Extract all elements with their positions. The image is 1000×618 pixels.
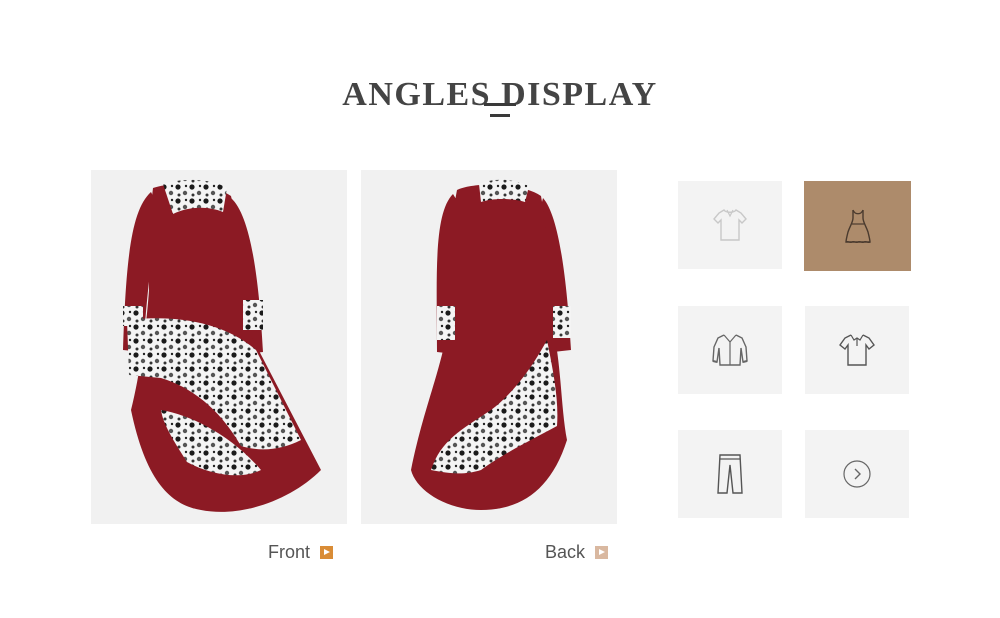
play-icon[interactable] [320,545,334,559]
dress-front-illustration [123,179,321,512]
title-divider [484,103,516,119]
next-arrow-icon [843,460,871,488]
play-icon[interactable] [595,545,609,559]
shirt-icon [712,334,748,366]
back-label: Back [545,541,586,562]
tshirt-icon [713,209,747,241]
front-view-caption[interactable]: Front [268,541,334,563]
category-tile-dress[interactable] [804,181,911,271]
next-button[interactable] [805,430,909,518]
polo-icon [839,334,875,366]
front-label: Front [268,541,311,562]
category-tile-pants[interactable] [678,430,782,518]
pants-icon [717,454,743,494]
category-tile-shirt[interactable] [678,306,782,394]
back-view-caption[interactable]: Back [545,541,609,563]
front-view-image[interactable] [91,170,347,524]
category-tile-polo[interactable] [805,306,909,394]
dress-icon [844,209,871,244]
category-tile-tshirt[interactable] [678,181,782,269]
back-view-image[interactable] [361,170,617,524]
dress-back-illustration [411,179,571,510]
